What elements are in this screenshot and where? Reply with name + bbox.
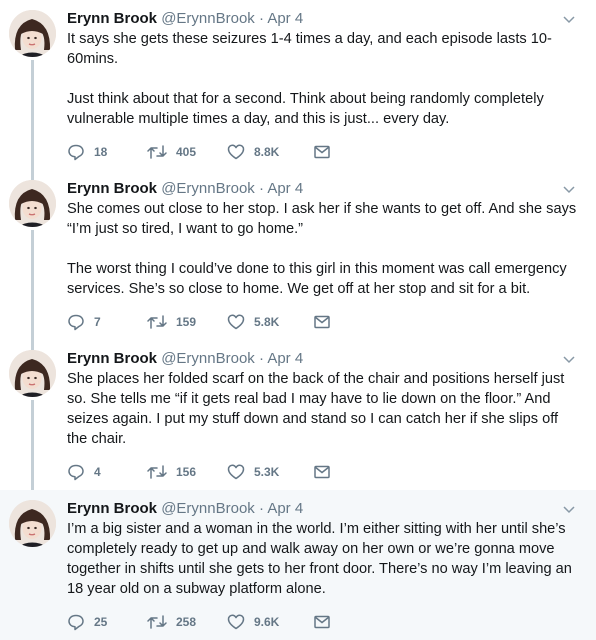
like-count: 5.3K xyxy=(254,465,280,479)
message-icon xyxy=(314,615,330,629)
tweet-date[interactable]: Apr 4 xyxy=(267,350,303,367)
like-icon xyxy=(227,314,245,330)
tweet-header: Erynn Brook @ErynnBrook · Apr 4 xyxy=(67,350,303,368)
reply-button[interactable]: 4 xyxy=(67,463,147,481)
message-button[interactable] xyxy=(313,463,331,481)
tweet-date[interactable]: Apr 4 xyxy=(267,500,303,517)
tweet-actions: 25 258 9.6K xyxy=(67,612,331,632)
retweet-icon xyxy=(147,315,167,329)
like-button[interactable]: 9.6K xyxy=(227,613,313,631)
reply-button[interactable]: 25 xyxy=(67,613,147,631)
author-name[interactable]: Erynn Brook xyxy=(67,350,157,367)
reply-count: 4 xyxy=(94,465,101,479)
like-icon xyxy=(227,614,245,630)
retweet-count: 258 xyxy=(176,615,197,629)
separator: · xyxy=(258,180,264,197)
avatar[interactable] xyxy=(9,10,56,57)
retweet-button[interactable]: 156 xyxy=(147,463,227,481)
tweet-header: Erynn Brook @ErynnBrook · Apr 4 xyxy=(67,10,303,28)
tweet-actions: 4 156 5.3K xyxy=(67,462,331,482)
retweet-button[interactable]: 159 xyxy=(147,313,227,331)
retweet-icon xyxy=(147,465,167,479)
retweet-count: 156 xyxy=(176,465,197,479)
like-count: 5.8K xyxy=(254,315,280,329)
tweet-text: She comes out close to her stop. I ask h… xyxy=(67,201,577,297)
tweet[interactable]: Erynn Brook @ErynnBrook · Apr 4 I’m a bi… xyxy=(0,490,596,640)
like-count: 8.8K xyxy=(254,145,280,159)
tweet-text: I’m a big sister and a woman in the worl… xyxy=(67,521,572,597)
message-button[interactable] xyxy=(313,613,331,631)
like-button[interactable]: 5.3K xyxy=(227,463,313,481)
retweet-icon xyxy=(147,615,167,629)
reply-count: 7 xyxy=(94,315,101,329)
like-count: 9.6K xyxy=(254,615,280,629)
tweet-header: Erynn Brook @ErynnBrook · Apr 4 xyxy=(67,500,303,518)
retweet-button[interactable]: 405 xyxy=(147,143,227,161)
chevron-down-icon[interactable] xyxy=(562,352,576,366)
separator: · xyxy=(258,350,264,367)
avatar[interactable] xyxy=(9,500,56,547)
tweet[interactable]: Erynn Brook @ErynnBrook · Apr 4 She come… xyxy=(0,170,596,340)
author-name[interactable]: Erynn Brook xyxy=(67,10,157,27)
reply-button[interactable]: 18 xyxy=(67,143,147,161)
avatar[interactable] xyxy=(9,180,56,227)
retweet-button[interactable]: 258 xyxy=(147,613,227,631)
retweet-count: 159 xyxy=(176,315,197,329)
reply-icon xyxy=(68,614,84,631)
author-name[interactable]: Erynn Brook xyxy=(67,500,157,517)
reply-count: 25 xyxy=(94,615,108,629)
tweet-date[interactable]: Apr 4 xyxy=(267,10,303,27)
chevron-down-icon[interactable] xyxy=(562,182,576,196)
tweet-text: She places her folded scarf on the back … xyxy=(67,371,565,447)
author-name[interactable]: Erynn Brook xyxy=(67,180,157,197)
like-button[interactable]: 8.8K xyxy=(227,143,313,161)
reply-icon xyxy=(68,464,84,481)
author-handle[interactable]: @ErynnBrook xyxy=(161,10,255,27)
tweet-actions: 7 159 5.8K xyxy=(67,312,331,332)
tweet-actions: 18 405 8.8K xyxy=(67,142,331,162)
message-button[interactable] xyxy=(313,313,331,331)
message-button[interactable] xyxy=(313,143,331,161)
tweet-header: Erynn Brook @ErynnBrook · Apr 4 xyxy=(67,180,303,198)
separator: · xyxy=(258,500,264,517)
author-handle[interactable]: @ErynnBrook xyxy=(161,180,255,197)
reply-count: 18 xyxy=(94,145,108,159)
author-handle[interactable]: @ErynnBrook xyxy=(161,500,255,517)
like-icon xyxy=(227,144,245,160)
avatar[interactable] xyxy=(9,350,56,397)
reply-button[interactable]: 7 xyxy=(67,313,147,331)
tweet[interactable]: Erynn Brook @ErynnBrook · Apr 4 She plac… xyxy=(0,340,596,490)
reply-icon xyxy=(68,144,84,161)
message-icon xyxy=(314,315,330,329)
tweet-text: It says she gets these seizures 1-4 time… xyxy=(67,31,552,127)
retweet-count: 405 xyxy=(176,145,197,159)
like-icon xyxy=(227,464,245,480)
tweet[interactable]: Erynn Brook @ErynnBrook · Apr 4 It says … xyxy=(0,0,596,170)
tweet-date[interactable]: Apr 4 xyxy=(267,180,303,197)
like-button[interactable]: 5.8K xyxy=(227,313,313,331)
author-handle[interactable]: @ErynnBrook xyxy=(161,350,255,367)
chevron-down-icon[interactable] xyxy=(562,502,576,516)
message-icon xyxy=(314,465,330,479)
retweet-icon xyxy=(147,145,167,159)
separator: · xyxy=(258,10,264,27)
reply-icon xyxy=(68,314,84,331)
message-icon xyxy=(314,145,330,159)
chevron-down-icon[interactable] xyxy=(562,12,576,26)
